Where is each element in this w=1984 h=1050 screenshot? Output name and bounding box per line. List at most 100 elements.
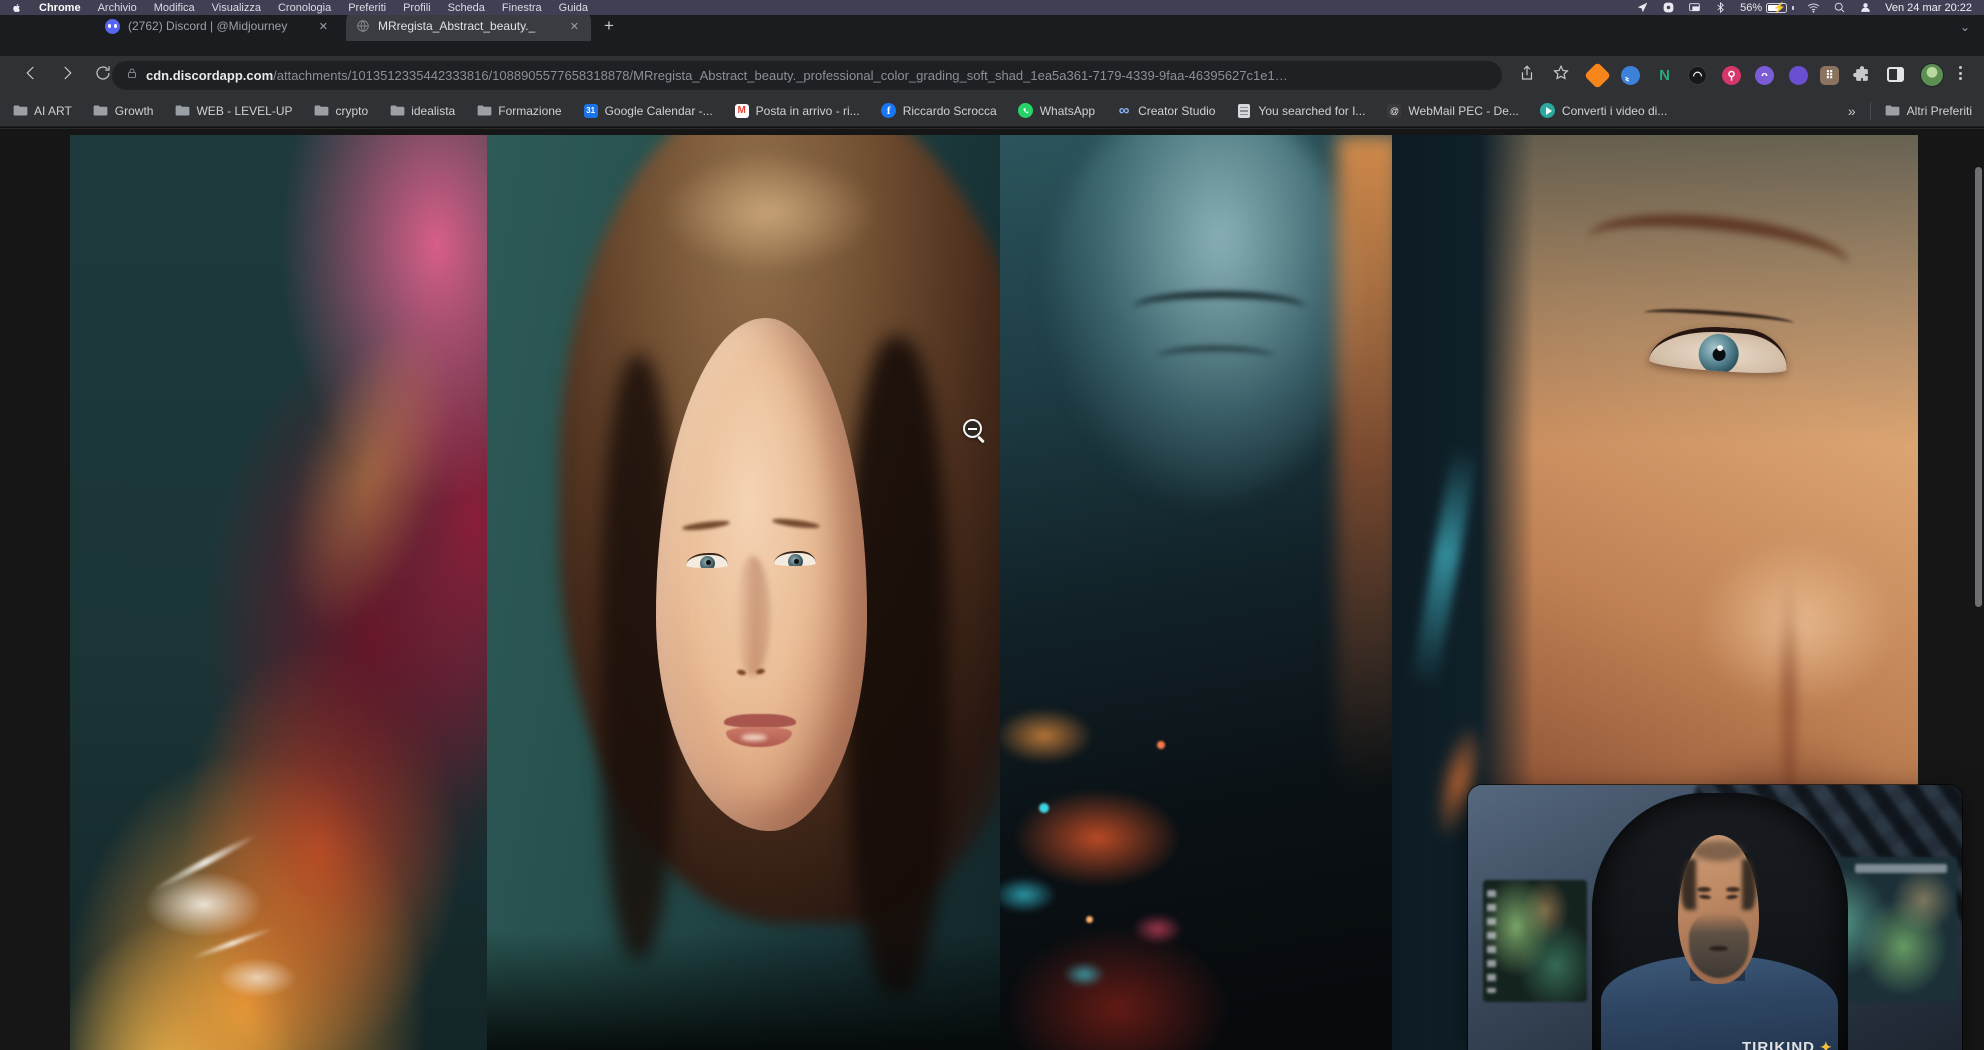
address-bar[interactable]: cdn.discordapp.com/attachments/101351233…: [112, 61, 1502, 90]
menu-visualizza[interactable]: Visualizza: [212, 2, 261, 14]
bookmark-label: You searched for I...: [1258, 104, 1365, 118]
pink-key-extension-icon[interactable]: ⚲: [1722, 66, 1741, 85]
background-monitor-left: [1483, 880, 1587, 1002]
scrollbar-thumb[interactable]: [1975, 167, 1982, 607]
bookmark-webmail-pec[interactable]: @ WebMail PEC - De...: [1386, 103, 1518, 119]
bookmark-whatsapp[interactable]: WhatsApp: [1018, 103, 1095, 119]
forward-button[interactable]: [58, 64, 76, 87]
profile-avatar[interactable]: [1920, 63, 1944, 87]
bookmark-label: Growth: [115, 104, 154, 118]
green-n-extension-icon[interactable]: N: [1655, 66, 1674, 85]
bookmark-creator-studio[interactable]: ∞ Creator Studio: [1116, 103, 1215, 119]
url-path: /attachments/1013512335442333816/1088905…: [273, 68, 1288, 83]
location-icon[interactable]: [1636, 1, 1649, 14]
bookmark-star-icon[interactable]: [1552, 64, 1570, 87]
bookmark-label: crypto: [336, 104, 369, 118]
artwork-panel-abstract-fluid: [70, 135, 487, 1050]
bookmark-folder-ai-art[interactable]: AI ART: [12, 103, 72, 119]
bookmark-label: Google Calendar -...: [605, 104, 713, 118]
other-bookmarks-folder[interactable]: Altri Preferiti: [1885, 103, 1972, 119]
side-panel-icon[interactable]: [1887, 67, 1904, 82]
bookmark-folder-crypto[interactable]: crypto: [314, 103, 369, 119]
bookmark-video-converter[interactable]: Converti i video di...: [1540, 103, 1667, 119]
cheek-highlight: [1697, 538, 1897, 708]
meta-icon: ∞: [1119, 102, 1130, 119]
closeup-iris: [1697, 333, 1740, 376]
bookmarks-overflow-chevrons[interactable]: »: [1848, 103, 1856, 119]
user-switch-icon[interactable]: [1859, 1, 1872, 14]
purple-octopus-extension-icon[interactable]: ᴖ: [1755, 66, 1774, 85]
menu-scheda[interactable]: Scheda: [448, 2, 485, 14]
folder-icon: [174, 103, 190, 119]
extensions-puzzle-icon[interactable]: [1853, 66, 1871, 89]
bookmark-gmail-inbox[interactable]: M Posta in arrivo - ri...: [734, 103, 860, 119]
watermark-text: TIRIKIND: [1742, 1039, 1815, 1050]
display-mirroring-icon[interactable]: [1688, 1, 1701, 14]
facebook-icon: f: [881, 103, 896, 118]
menu-archivio[interactable]: Archivio: [98, 2, 137, 14]
menu-finestra[interactable]: Finestra: [502, 2, 542, 14]
bookmark-folder-formazione[interactable]: Formazione: [476, 103, 561, 119]
folder-icon: [93, 103, 109, 119]
back-button[interactable]: [22, 64, 40, 87]
dark-circle-extension-icon[interactable]: ◠: [1688, 66, 1707, 85]
bookmark-google-calendar[interactable]: 31 Google Calendar -...: [583, 103, 713, 119]
folder-icon: [12, 103, 28, 119]
apple-menu-icon[interactable]: [12, 2, 22, 14]
new-tab-button[interactable]: +: [604, 18, 614, 34]
menu-bar-clock[interactable]: Ven 24 mar 20:22: [1885, 2, 1972, 14]
tab-search-chevron-icon[interactable]: ⌄: [1960, 20, 1970, 34]
portrait-nose-shadow: [736, 556, 770, 676]
spark-icon: ✦: [1820, 1039, 1833, 1050]
gmail-icon: M: [735, 104, 749, 118]
bookmark-label: Formazione: [498, 104, 561, 118]
purple-blob-extension-icon[interactable]: [1789, 66, 1808, 85]
spotlight-search-icon[interactable]: [1833, 1, 1846, 14]
bookmark-label: WEB - LEVEL-UP: [196, 104, 292, 118]
bookmark-facebook-profile[interactable]: f Riccardo Scrocca: [881, 103, 997, 119]
presenter-eyebrow: [1697, 887, 1711, 892]
bookmark-folder-idealista[interactable]: idealista: [389, 103, 455, 119]
menu-guida[interactable]: Guida: [559, 2, 588, 14]
tab-image-close-icon[interactable]: ✕: [568, 20, 581, 33]
tab-discord-close-icon[interactable]: ✕: [317, 20, 330, 33]
folder-icon: [389, 103, 405, 119]
menu-modifica[interactable]: Modifica: [154, 2, 195, 14]
folder-icon: [1885, 103, 1901, 119]
white-paint-streak: [189, 926, 275, 961]
battery-indicator[interactable]: 56% ⚡: [1740, 2, 1794, 14]
bookmark-folder-web-level-up[interactable]: WEB - LEVEL-UP: [174, 103, 292, 119]
macos-menu-bar: Chrome Archivio Modifica Visualizza Cron…: [0, 0, 1984, 15]
grid-extension-icon[interactable]: ⠿: [1820, 66, 1839, 85]
chrome-menu-kebab-icon[interactable]: [1957, 64, 1964, 82]
menu-preferiti[interactable]: Preferiti: [348, 2, 386, 14]
folder-icon: [314, 103, 330, 119]
screen: Chrome Archivio Modifica Visualizza Cron…: [0, 0, 1984, 1050]
presenter-eyebrow: [1726, 887, 1740, 892]
presenter-eye: [1699, 894, 1712, 899]
menu-cronologia[interactable]: Cronologia: [278, 2, 331, 14]
bluetooth-icon[interactable]: [1714, 1, 1727, 14]
presenter-hair-top: [1693, 841, 1745, 860]
bookmark-you-searched[interactable]: You searched for I...: [1236, 103, 1365, 119]
page-scrollbar[interactable]: [1975, 0, 1983, 1050]
other-bookmarks-label: Altri Preferiti: [1907, 104, 1972, 118]
url-domain: cdn.discordapp.com: [146, 68, 273, 83]
battery-percent-label: 56%: [1740, 2, 1762, 14]
reload-button[interactable]: [94, 64, 112, 87]
artwork-panel-woman-portrait: [487, 135, 1000, 1050]
bookmark-label: WhatsApp: [1040, 104, 1095, 118]
webcam-overlay: [1468, 785, 1962, 1050]
bookmark-label: Converti i video di...: [1562, 104, 1667, 118]
share-icon[interactable]: [1518, 64, 1536, 87]
wifi-icon[interactable]: [1807, 1, 1820, 14]
menu-profili[interactable]: Profili: [403, 2, 431, 14]
tab-discord[interactable]: (2762) Discord | @Midjourney ✕: [95, 11, 340, 41]
lock-icon[interactable]: [126, 67, 138, 85]
blue-feather-extension-icon[interactable]: 〟: [1621, 66, 1640, 85]
bookmark-folder-growth[interactable]: Growth: [93, 103, 154, 119]
tab-image-active[interactable]: MRregista_Abstract_beauty._ ✕: [346, 11, 591, 41]
menu-chrome[interactable]: Chrome: [39, 2, 81, 14]
screen-record-icon[interactable]: [1662, 1, 1675, 14]
zoom-out-cursor-icon: [963, 419, 982, 438]
